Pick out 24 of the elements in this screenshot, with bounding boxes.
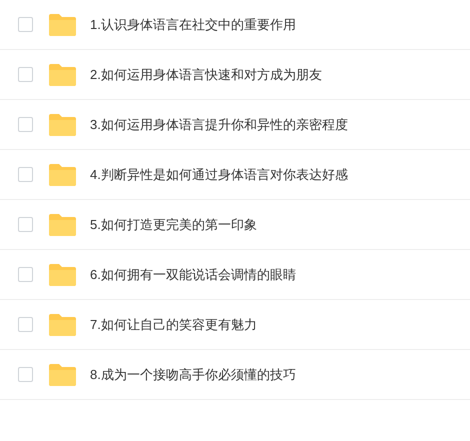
folder-icon <box>48 212 77 236</box>
file-name[interactable]: 2.如何运用身体语言快速和对方成为朋友 <box>90 64 322 84</box>
file-name[interactable]: 6.如何拥有一双能说话会调情的眼睛 <box>90 264 296 284</box>
folder-icon <box>48 162 77 186</box>
checkbox[interactable] <box>18 17 33 32</box>
folder-icon <box>48 262 77 286</box>
file-name[interactable]: 5.如何打造更完美的第一印象 <box>90 214 257 234</box>
folder-icon <box>48 362 77 386</box>
folder-icon <box>48 112 77 136</box>
checkbox[interactable] <box>18 267 33 282</box>
file-name[interactable]: 4.判断异性是如何通过身体语言对你表达好感 <box>90 164 348 184</box>
file-name[interactable]: 1.认识身体语言在社交中的重要作用 <box>90 14 296 34</box>
folder-icon <box>48 312 77 336</box>
file-name[interactable]: 3.如何运用身体语言提升你和异性的亲密程度 <box>90 114 348 134</box>
checkbox[interactable] <box>18 167 33 182</box>
checkbox[interactable] <box>18 117 33 132</box>
file-name[interactable]: 7.如何让自己的笑容更有魅力 <box>90 314 257 334</box>
checkbox[interactable] <box>18 317 33 332</box>
folder-icon <box>48 62 77 86</box>
folder-icon <box>48 12 77 36</box>
checkbox[interactable] <box>18 367 33 382</box>
checkbox[interactable] <box>18 67 33 82</box>
file-name[interactable]: 8.成为一个接吻高手你必须懂的技巧 <box>90 364 296 384</box>
checkbox[interactable] <box>18 217 33 232</box>
